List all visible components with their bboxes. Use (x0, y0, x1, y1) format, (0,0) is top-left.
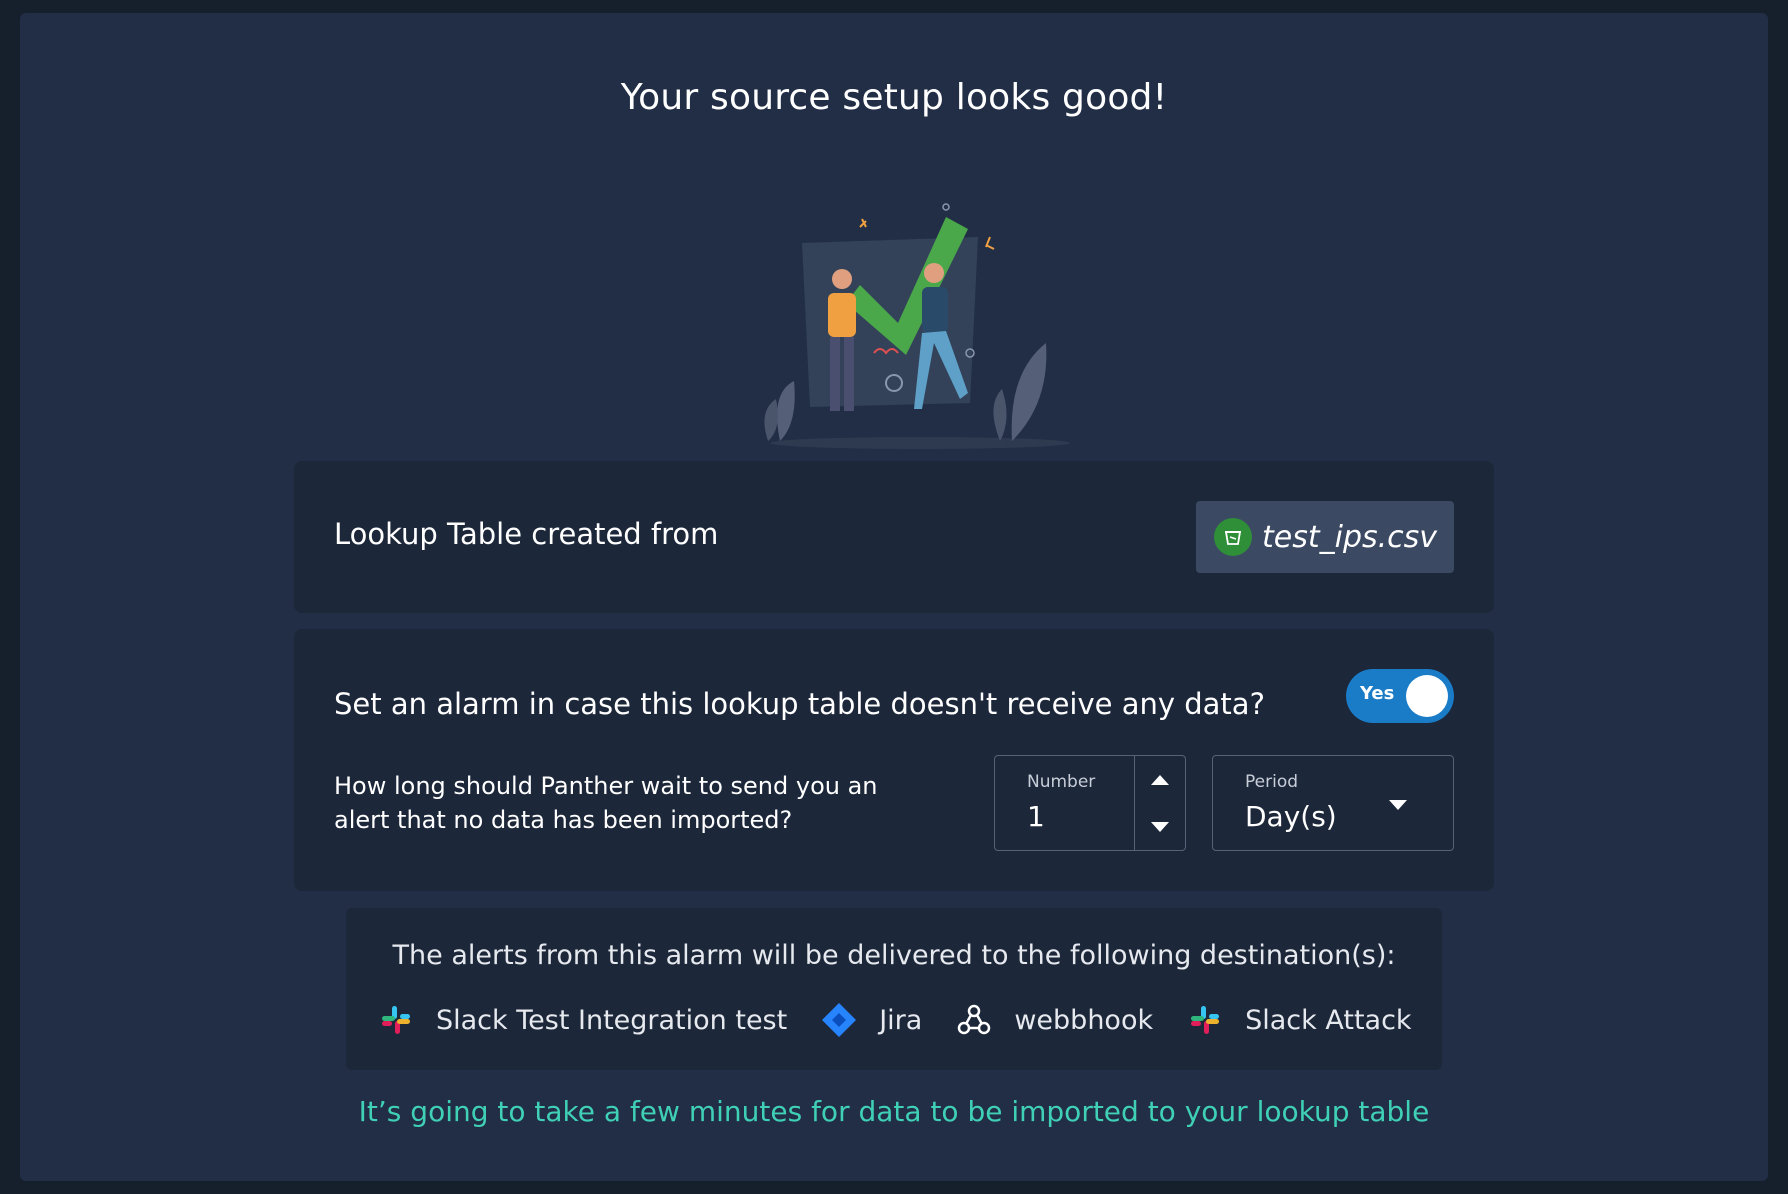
period-select[interactable]: Period Day(s) (1212, 755, 1454, 851)
page-title: Your source setup looks good! (620, 77, 1168, 118)
lookup-table-card: Lookup Table created from test_ips.csv (294, 461, 1494, 613)
number-input[interactable]: Number 1 (994, 755, 1186, 851)
caret-up-icon (1151, 774, 1169, 785)
alarm-toggle[interactable]: Yes (1346, 669, 1454, 723)
import-delay-note: It’s going to take a few minutes for dat… (358, 1095, 1430, 1128)
period-value: Day(s) (1245, 800, 1337, 833)
slack-icon (378, 1002, 414, 1038)
destination-name: Slack Test Integration test (436, 1004, 788, 1036)
destination-item: Slack Test Integration test (378, 1002, 787, 1038)
destination-name: Slack Attack (1245, 1004, 1412, 1036)
number-label: Number (1027, 772, 1096, 792)
setup-success-panel: Your source setup looks good! Lookup Tab… (20, 13, 1768, 1181)
destinations-list: Slack Test Integration test Jira webbhoo… (378, 1000, 1412, 1040)
toggle-label: Yes (1360, 683, 1395, 704)
bucket-icon (1214, 518, 1252, 556)
destination-item: webbhook (956, 1002, 1153, 1038)
destination-name: Jira (879, 1004, 923, 1036)
decrement-button[interactable] (1135, 803, 1185, 850)
source-file-chip[interactable]: test_ips.csv (1196, 501, 1454, 573)
alarm-question: Set an alarm in case this lookup table d… (334, 687, 1265, 721)
chevron-down-icon (1389, 800, 1407, 810)
number-value: 1 (1027, 800, 1045, 833)
caret-down-icon (1151, 821, 1169, 832)
destination-name: webbhook (1014, 1004, 1154, 1036)
jira-icon (821, 1002, 857, 1038)
period-label: Period (1245, 772, 1299, 792)
wait-question: How long should Panther wait to send you… (334, 772, 878, 834)
destination-item: Jira (821, 1002, 922, 1038)
destinations-title: The alerts from this alarm will be deliv… (392, 940, 1396, 971)
alarm-card: Set an alarm in case this lookup table d… (294, 629, 1494, 891)
toggle-knob (1406, 675, 1448, 717)
destinations-box: The alerts from this alarm will be deliv… (346, 908, 1442, 1070)
destination-item: Slack Attack (1187, 1002, 1412, 1038)
lookup-table-label: Lookup Table created from (334, 517, 719, 551)
webhook-icon (956, 1002, 992, 1038)
success-illustration (764, 203, 1070, 449)
increment-button[interactable] (1135, 756, 1185, 803)
source-file-name: test_ips.csv (1262, 519, 1438, 555)
slack-icon (1187, 1002, 1223, 1038)
number-stepper (1134, 756, 1185, 850)
